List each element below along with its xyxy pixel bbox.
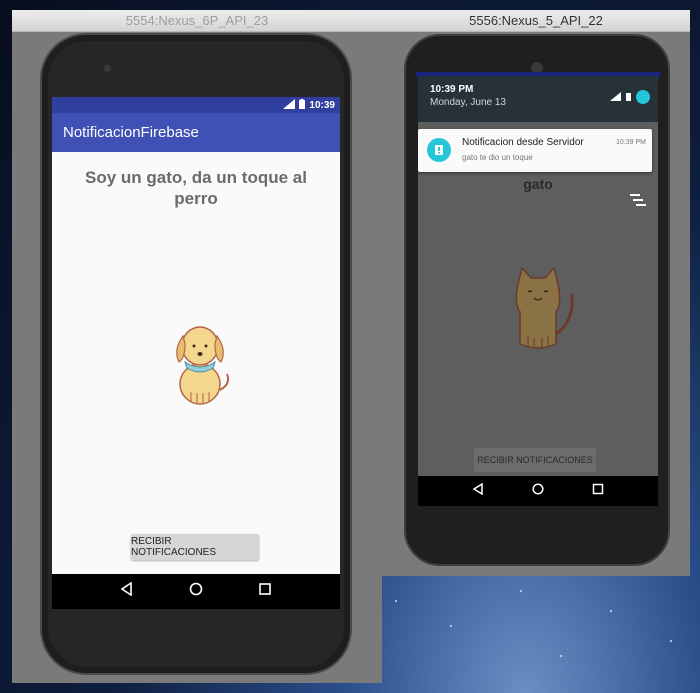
back-icon[interactable]	[120, 581, 134, 601]
star	[520, 590, 522, 592]
app-title: NotificacionFirebase	[63, 124, 199, 141]
battery-icon	[626, 92, 631, 103]
page-heading: gato	[523, 176, 553, 192]
cat-icon	[515, 266, 574, 349]
back-icon[interactable]	[472, 482, 484, 500]
recibir-notificaciones-button[interactable]: RECIBIR NOTIFICACIONES	[474, 448, 596, 472]
notification-time: 10:39 PM	[616, 139, 646, 146]
phone-screen[interactable]: 10:39 NotificacionFirebase Soy un gato, …	[52, 97, 340, 609]
star	[560, 655, 562, 657]
menu-icon[interactable]	[630, 194, 646, 206]
star	[670, 640, 672, 642]
page-heading: Soy un gato, da un toque al perro	[85, 168, 307, 208]
notification-text: gato te dio un toque	[462, 153, 533, 162]
emulator-window-nexus5[interactable]: 5556:Nexus_5_API_22 10:39 PM Monday, Jun…	[382, 10, 690, 576]
battery-icon	[299, 98, 306, 112]
star	[395, 600, 397, 602]
notification-app-icon	[427, 138, 451, 162]
signal-icon	[610, 91, 621, 103]
app-bar: NotificacionFirebase	[52, 113, 340, 152]
recents-icon[interactable]	[592, 482, 604, 500]
notification-title: Notificacion desde Servidor	[462, 137, 584, 148]
notification-card[interactable]: Notificacion desde Servidor gato te dio …	[418, 129, 652, 172]
status-bar: 10:39	[52, 97, 340, 113]
navigation-bar	[52, 574, 340, 609]
star	[450, 625, 452, 627]
dog-icon	[176, 326, 230, 405]
user-avatar-icon[interactable]	[636, 90, 650, 104]
emulator-window-title: 5556:Nexus_5_API_22	[382, 10, 690, 32]
home-icon[interactable]	[532, 482, 544, 500]
camera-icon	[104, 65, 111, 72]
shade-status-icons	[610, 90, 650, 104]
emulator-window-nexus6p[interactable]: 5554:Nexus_6P_API_23 10:39 NotificacionF…	[12, 10, 382, 683]
recibir-notificaciones-button[interactable]: RECIBIR NOTIFICACIONES	[131, 534, 259, 560]
phone-screen[interactable]: 10:39 PM Monday, June 13 Notificacion de…	[418, 76, 658, 506]
star	[610, 610, 612, 612]
emulator-window-title: 5554:Nexus_6P_API_23	[12, 10, 382, 32]
notification-shade-header: 10:39 PM Monday, June 13	[418, 76, 658, 122]
home-icon[interactable]	[189, 582, 203, 601]
recents-icon[interactable]	[258, 582, 272, 601]
status-time: 10:39	[309, 99, 335, 111]
signal-icon	[283, 98, 296, 112]
navigation-bar	[418, 476, 658, 506]
